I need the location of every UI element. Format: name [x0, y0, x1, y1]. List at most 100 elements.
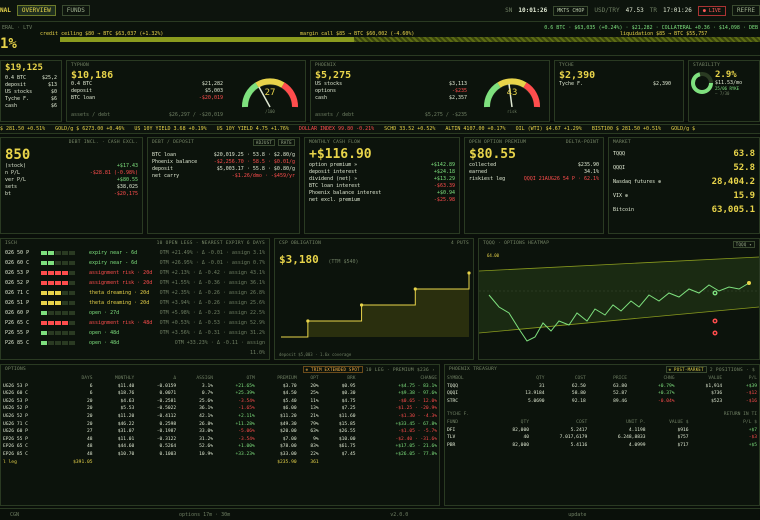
stat-row: options -$235	[311, 88, 471, 95]
stat-row: deposit $13	[1, 82, 61, 89]
expiry-row[interactable]: 026 71 C theta dreaming · 20d OTM +2.35% ·…	[1, 288, 269, 298]
table-row[interactable]: UG26 53 P 6 $11.40 -0.0159 3.1% +21.65% $3.70 2…	[1, 383, 439, 391]
sub-header-cell	[531, 411, 589, 419]
options-summary[interactable]: 10 LEG · PREMIUM $236 ›	[366, 368, 435, 373]
expiry-detail: OTM +33.23% · Δ -0.11 · assign 11.0%	[174, 340, 265, 356]
table-cell: 25%	[310, 391, 319, 397]
tab-overview[interactable]: OVERVIEW	[16, 5, 56, 16]
risk-segment	[41, 290, 47, 295]
table-cell: $5.40	[282, 398, 297, 404]
ticker-item: BIST100 $ 281.50 +0.51%	[591, 126, 662, 132]
table-row[interactable]: EP26 55 P 48 $11.01 -0.3122 31.2% -3.54% $7.00…	[1, 436, 439, 444]
risk-bars	[41, 308, 89, 318]
risk-segment	[41, 300, 47, 305]
table-cell: -0.1987	[156, 429, 177, 435]
stat-label: 0.4 BTC	[5, 75, 27, 81]
stat-value: $3,113	[448, 81, 467, 87]
table-row[interactable]: QQQI 13.9184 58.80 52.87 +0.37% $736 -$12	[445, 390, 759, 398]
expiry-row[interactable]: 026 60 C expiry near - 6d OTM +26.95% · Δ …	[1, 258, 269, 268]
table-row[interactable]: UG26 52 P 20 $5.53 -0.5022 36.1% -1.65% $6.00 1…	[1, 405, 439, 413]
table-row[interactable]: UG26 52 P 20 $11.20 -0.4112 42.1% +2.11% $11.2…	[1, 413, 439, 421]
risk-segment	[41, 270, 47, 275]
table-row[interactable]: EP26 85 C 48 $10.70 0.1003 10.9% +33.23% $33.0…	[1, 451, 439, 459]
table-row[interactable]: UG26 53 P 20 $4.63 -0.2581 25.6% -3.54% $5.40 1…	[1, 398, 439, 406]
table-cell: -0.0159	[156, 383, 177, 389]
stat-label: Tyche F.	[559, 81, 584, 87]
table-cell: 40	[523, 435, 529, 441]
table-cell: 42.1%	[199, 413, 213, 419]
risk-segment	[48, 330, 54, 335]
table-cell: +2.11%	[238, 413, 255, 419]
risk-segment	[69, 270, 75, 275]
table-row[interactable]: PBR 82,000 5.4116 4.0999 $717 +$5	[445, 442, 759, 450]
stat-value: +$17.43	[116, 163, 138, 169]
table-cell: +33.23%	[235, 451, 255, 457]
expiry-row[interactable]: 026 60 P open · 27d OTM +5.98% · Δ -0.23 ·…	[1, 308, 269, 318]
table-cell: $61.75	[338, 444, 356, 450]
table-cell: 52.87	[613, 391, 627, 397]
refresh-button[interactable]: REFRE	[731, 5, 760, 16]
table-cell: TQQQ	[447, 383, 459, 389]
expiry-status: assignment risk · 48d	[89, 320, 153, 326]
table-row[interactable]: TQQQ 31 62.50 63.80 +0.79% $1,914 +$39	[445, 383, 759, 391]
tqqq-last-label: 64.00	[487, 253, 500, 258]
stat-value: -$20,019	[198, 95, 223, 101]
tr-label: TR	[649, 7, 657, 14]
expiry-row[interactable]: 026 50 P expiry near - 6d OTM +21.49% · Δ …	[1, 248, 269, 258]
table-row[interactable]: DFI 82,000 5.2417 4.1198 $916 +$7	[445, 427, 759, 435]
stat-row: 0.4 BTC $21,282	[67, 81, 227, 88]
sub-header-cell	[589, 411, 647, 419]
table-cell: $15.85	[338, 421, 356, 427]
table-cell: -3.54%	[238, 436, 255, 442]
expiry-row[interactable]: P26 85 C open · 48d OTM +33.23% · Δ -0.11 …	[1, 338, 269, 358]
table-row[interactable]: EP26 65 C 48 $44.60 0.5264 52.6% +1.00% $78.00…	[1, 443, 439, 451]
table-cell: $4.50	[282, 391, 297, 397]
tyche-value: $2,390	[559, 70, 596, 81]
phoenix-gauge-label: risk	[507, 109, 517, 114]
footer-version: v2.0.0	[390, 511, 409, 518]
table-cell: $5.53	[120, 406, 135, 412]
expiry-status: open · 27d	[89, 310, 120, 316]
expiry-leg: P26 65 C	[5, 320, 30, 326]
csp-value: $3,180	[279, 253, 319, 266]
adjust-button[interactable]: ADJUST	[252, 139, 276, 146]
table-cell: 5.4116	[570, 442, 588, 448]
rate-button[interactable]: RATE	[278, 139, 295, 146]
expiry-detail: OTM +2.35% · Δ -0.26 · assign 26.8%	[159, 290, 265, 296]
expiry-row[interactable]: 026 52 P assignment risk · 20d OTM +1.55% …	[1, 278, 269, 288]
expiry-row[interactable]: P26 55 P open · 48d OTM +3.56% · Δ -0.31 ·…	[1, 328, 269, 338]
risk-segment	[62, 340, 68, 345]
table-cell: +21.65%	[235, 383, 255, 389]
stat-value: $2,390	[652, 81, 671, 87]
table-cell: +$4.75 · 83.1%	[398, 383, 437, 389]
stat-row: Phoenix balance interest +$0.94	[305, 190, 459, 197]
table-cell: UG26 71 C	[3, 421, 28, 427]
expiry-row[interactable]: P26 65 C assignment risk · 48d OTM +0.53% …	[1, 318, 269, 328]
risk-segment	[62, 290, 68, 295]
table-cell: 4.1198	[628, 427, 646, 433]
live-badge[interactable]: ● LIVE	[697, 5, 726, 16]
stat-label: Bitcoin	[613, 207, 635, 213]
risk-segment	[41, 280, 47, 285]
trim-button[interactable]: ⊕ TRIM EXTENDED SPOT	[302, 366, 363, 373]
table-row[interactable]: UG26 60 P 27 $31.07 -0.1987 33.0% -5.06% $20.0…	[1, 428, 439, 436]
table-row[interactable]: TLV 40 7.017,6179 6.248,8833 $757 -$3	[445, 434, 759, 442]
expiry-row[interactable]: 026 51 P theta dreaming · 20d OTM +3.94% ·…	[1, 298, 269, 308]
table-row[interactable]: STRC 5.0690 92.18 89.46 -0.04% $523 -$16	[445, 398, 759, 406]
table-cell: -0.2581	[156, 398, 177, 404]
table-cell: 52.6%	[199, 444, 213, 450]
risk-segment	[55, 260, 61, 265]
table-row[interactable]: UG26 60 C 6 $18.76 0.0071 0.7% +25.39% $4.50 25…	[1, 390, 439, 398]
expiry-row[interactable]: 026 53 P assignment risk · 20d OTM +2.13% …	[1, 268, 269, 278]
stat-row: US stocks $0	[1, 89, 61, 96]
table-row[interactable]: UG26 71 C 20 $46.22 0.2598 26.8% +11.28% $49.3…	[1, 421, 439, 429]
risk-bars	[41, 328, 89, 338]
ltv-fill	[60, 37, 354, 42]
table-cell: DFI	[447, 427, 456, 433]
tqqq-select[interactable]: TQQQ ▾	[732, 241, 755, 248]
stat-value: $20,019.25 · 53.8 · $2.80/g	[213, 152, 295, 158]
ltv-bar-section: ERAL · LTV 0.6 BTC · $63,035 (+0.24%) · …	[0, 22, 760, 56]
post-market-button[interactable]: ⊕ POST-MARKET	[665, 366, 707, 373]
app-title: NAL	[0, 7, 11, 14]
tab-funds[interactable]: FUNDS	[61, 5, 90, 16]
